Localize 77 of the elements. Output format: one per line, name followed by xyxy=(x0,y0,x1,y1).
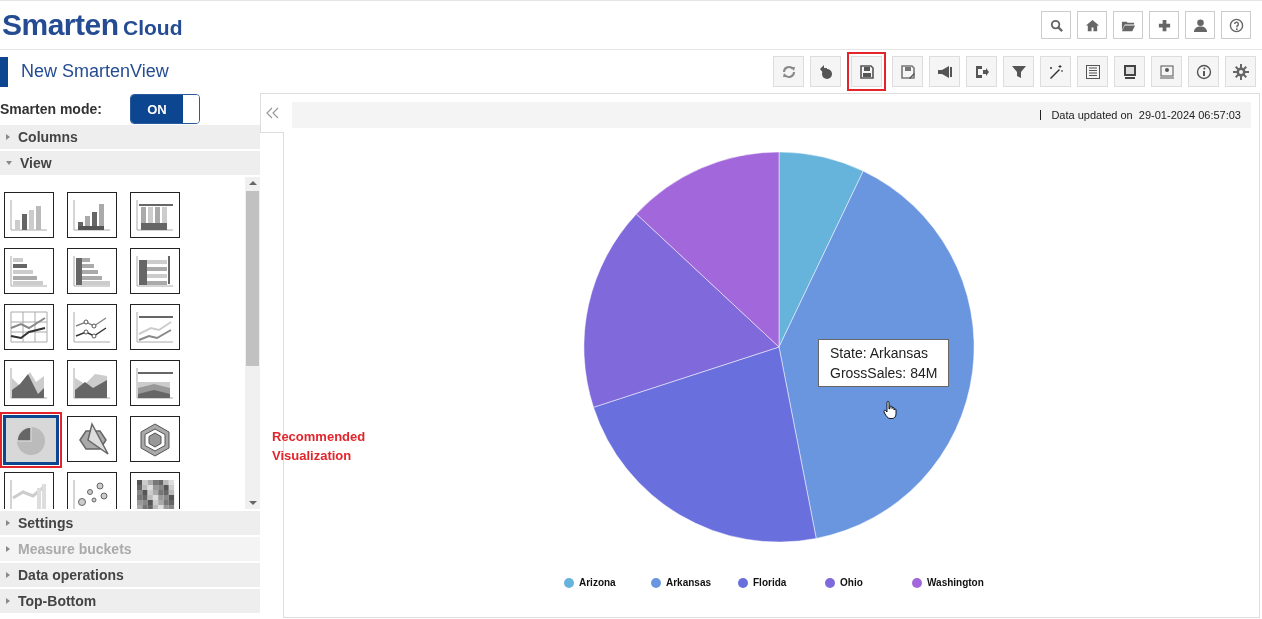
user-icon xyxy=(1192,17,1208,33)
bubble-chart-option[interactable] xyxy=(67,472,117,509)
line-markers-chart-option[interactable] xyxy=(67,304,117,350)
refresh-button[interactable] xyxy=(773,56,804,87)
presentation-icon xyxy=(1158,63,1175,80)
percent-bar-chart-option[interactable] xyxy=(130,248,180,294)
info-icon xyxy=(1195,63,1212,80)
filter-icon xyxy=(1010,63,1027,80)
percent-area-chart-option[interactable] xyxy=(130,360,180,406)
section-header[interactable]: Settings xyxy=(0,511,260,535)
megaphone-button[interactable] xyxy=(929,56,960,87)
save-as-icon xyxy=(899,63,916,80)
export-icon xyxy=(973,63,990,80)
column-chart-option[interactable] xyxy=(4,192,54,238)
megaphone-icon xyxy=(936,63,953,80)
percent-line-chart-option[interactable] xyxy=(130,304,180,350)
line-chart-option[interactable] xyxy=(4,304,54,350)
recommended-visualization-note: Recommended Visualization xyxy=(272,428,367,465)
stacked-column-chart-option[interactable] xyxy=(67,192,117,238)
tooltip-line: GrossSales: 84M xyxy=(830,364,938,383)
gear-button[interactable] xyxy=(1225,56,1256,87)
legend-label: Arizona xyxy=(579,577,616,588)
combo-chart-option[interactable] xyxy=(4,472,54,509)
tooltip-line: State: Arkansas xyxy=(830,344,930,363)
export-button[interactable] xyxy=(966,56,997,87)
stacked-bar-chart-option[interactable] xyxy=(67,248,117,294)
line-chart-icon xyxy=(7,308,51,346)
plus-button[interactable] xyxy=(1149,11,1179,39)
undo-button[interactable] xyxy=(810,56,841,87)
data-updated-text: Data updated on 29-01-2024 06:57:03 xyxy=(1051,109,1241,121)
search-icon xyxy=(1048,17,1064,33)
title-accent-bar xyxy=(0,56,8,87)
refresh-icon xyxy=(780,63,797,80)
heatmap-chart-option[interactable] xyxy=(130,472,180,509)
section-header[interactable]: Columns xyxy=(0,125,260,149)
wand-button[interactable] xyxy=(1040,56,1071,87)
area-chart-option[interactable] xyxy=(4,360,54,406)
search-button[interactable] xyxy=(1041,11,1071,39)
legend-label: Florida xyxy=(753,577,787,588)
smarten-mode-label: Smarten mode: xyxy=(0,101,102,117)
legend-label: Arkansas xyxy=(666,577,712,588)
list-icon xyxy=(1084,63,1101,80)
wand-icon xyxy=(1047,63,1064,80)
polar-chart-option[interactable] xyxy=(130,416,180,462)
legend-label: Ohio xyxy=(840,577,863,588)
pie-chart-option[interactable] xyxy=(0,412,62,468)
percent-column-chart-option[interactable] xyxy=(130,192,180,238)
radar-chart-option[interactable] xyxy=(67,416,117,462)
save-as-button[interactable] xyxy=(892,56,923,87)
user-button[interactable] xyxy=(1185,11,1215,39)
bar-chart-option[interactable] xyxy=(4,248,54,294)
page-title: New SmartenView xyxy=(21,61,169,82)
section-header[interactable]: Data operations xyxy=(0,563,260,587)
logo: Smarten Cloud xyxy=(2,8,183,42)
undo-icon xyxy=(817,63,834,80)
smarten-mode-toggle[interactable]: ON xyxy=(129,94,200,124)
save-icon xyxy=(858,63,875,80)
help-button[interactable] xyxy=(1221,11,1251,39)
home-button[interactable] xyxy=(1077,11,1107,39)
stacked-area-chart-option[interactable] xyxy=(67,360,117,406)
section-header[interactable]: Top-Bottom xyxy=(0,589,260,613)
double-chevron-left-icon xyxy=(265,107,280,119)
folder-button[interactable] xyxy=(1113,11,1143,39)
hand-cursor-icon xyxy=(883,401,897,419)
scrollbar[interactable] xyxy=(245,177,260,509)
help-icon xyxy=(1228,17,1244,33)
save-button[interactable] xyxy=(847,52,886,91)
monitor-icon xyxy=(1121,63,1138,80)
section-header[interactable]: View xyxy=(0,151,260,175)
info-button[interactable] xyxy=(1188,56,1219,87)
legend-label: Washington xyxy=(927,577,984,588)
gear-icon xyxy=(1232,63,1249,80)
monitor-button[interactable] xyxy=(1114,56,1145,87)
list-button[interactable] xyxy=(1077,56,1108,87)
plus-icon xyxy=(1156,17,1172,33)
filter-button[interactable] xyxy=(1003,56,1034,87)
home-icon xyxy=(1084,17,1100,33)
